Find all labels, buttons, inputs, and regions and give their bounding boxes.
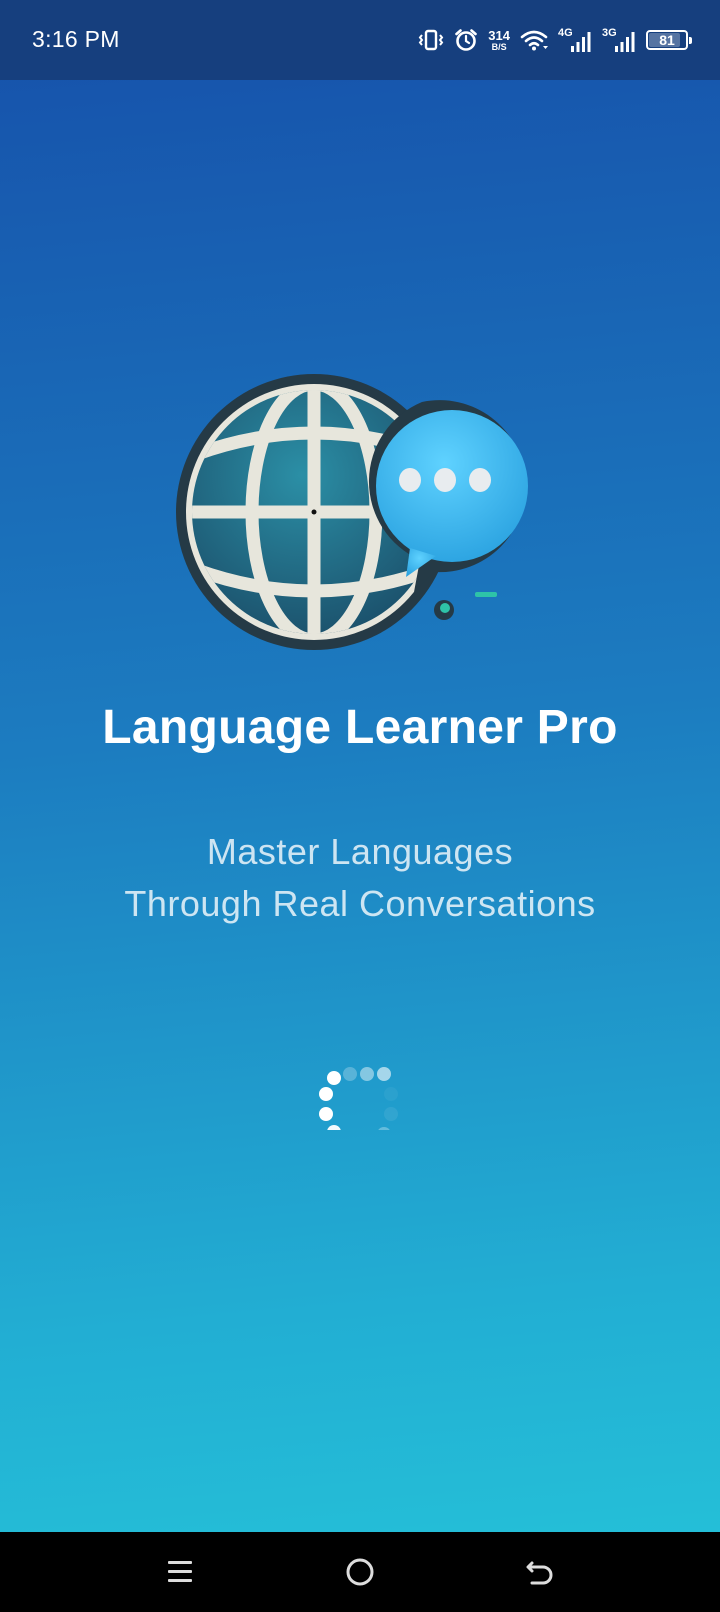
signal-4g-icon: 4G	[558, 27, 592, 53]
app-title: Language Learner Pro	[102, 701, 618, 754]
tagline-line-2: Through Real Conversations	[124, 883, 596, 924]
status-icons: 314 B/S 4G 3G 81	[418, 22, 692, 58]
loading-spinner	[308, 1030, 408, 1149]
wifi-icon	[520, 29, 548, 51]
status-bar: 3:16 PM 314 B/S 4G 3G 81	[0, 0, 720, 80]
alarm-icon	[454, 28, 478, 52]
back-button[interactable]	[520, 1552, 560, 1592]
app-logo	[172, 372, 552, 662]
battery-level: 81	[659, 32, 675, 48]
vibrate-icon	[418, 28, 444, 52]
tagline: Master Languages Through Real Conversati…	[0, 826, 720, 930]
tagline-line-1: Master Languages	[206, 831, 514, 872]
navigation-bar	[0, 1532, 720, 1612]
back-icon	[526, 1561, 553, 1585]
net-speed: 314 B/S	[488, 29, 510, 52]
menu-icon	[168, 1561, 192, 1582]
battery-icon: 81	[646, 30, 692, 50]
net-speed-value: 314	[488, 27, 510, 43]
signal-3g-icon: 3G	[602, 27, 636, 53]
home-icon	[346, 1558, 374, 1586]
menu-button[interactable]	[160, 1552, 200, 1592]
net-speed-unit: B/S	[491, 41, 507, 52]
home-button[interactable]	[340, 1552, 380, 1592]
status-time: 3:16 PM	[32, 26, 120, 52]
